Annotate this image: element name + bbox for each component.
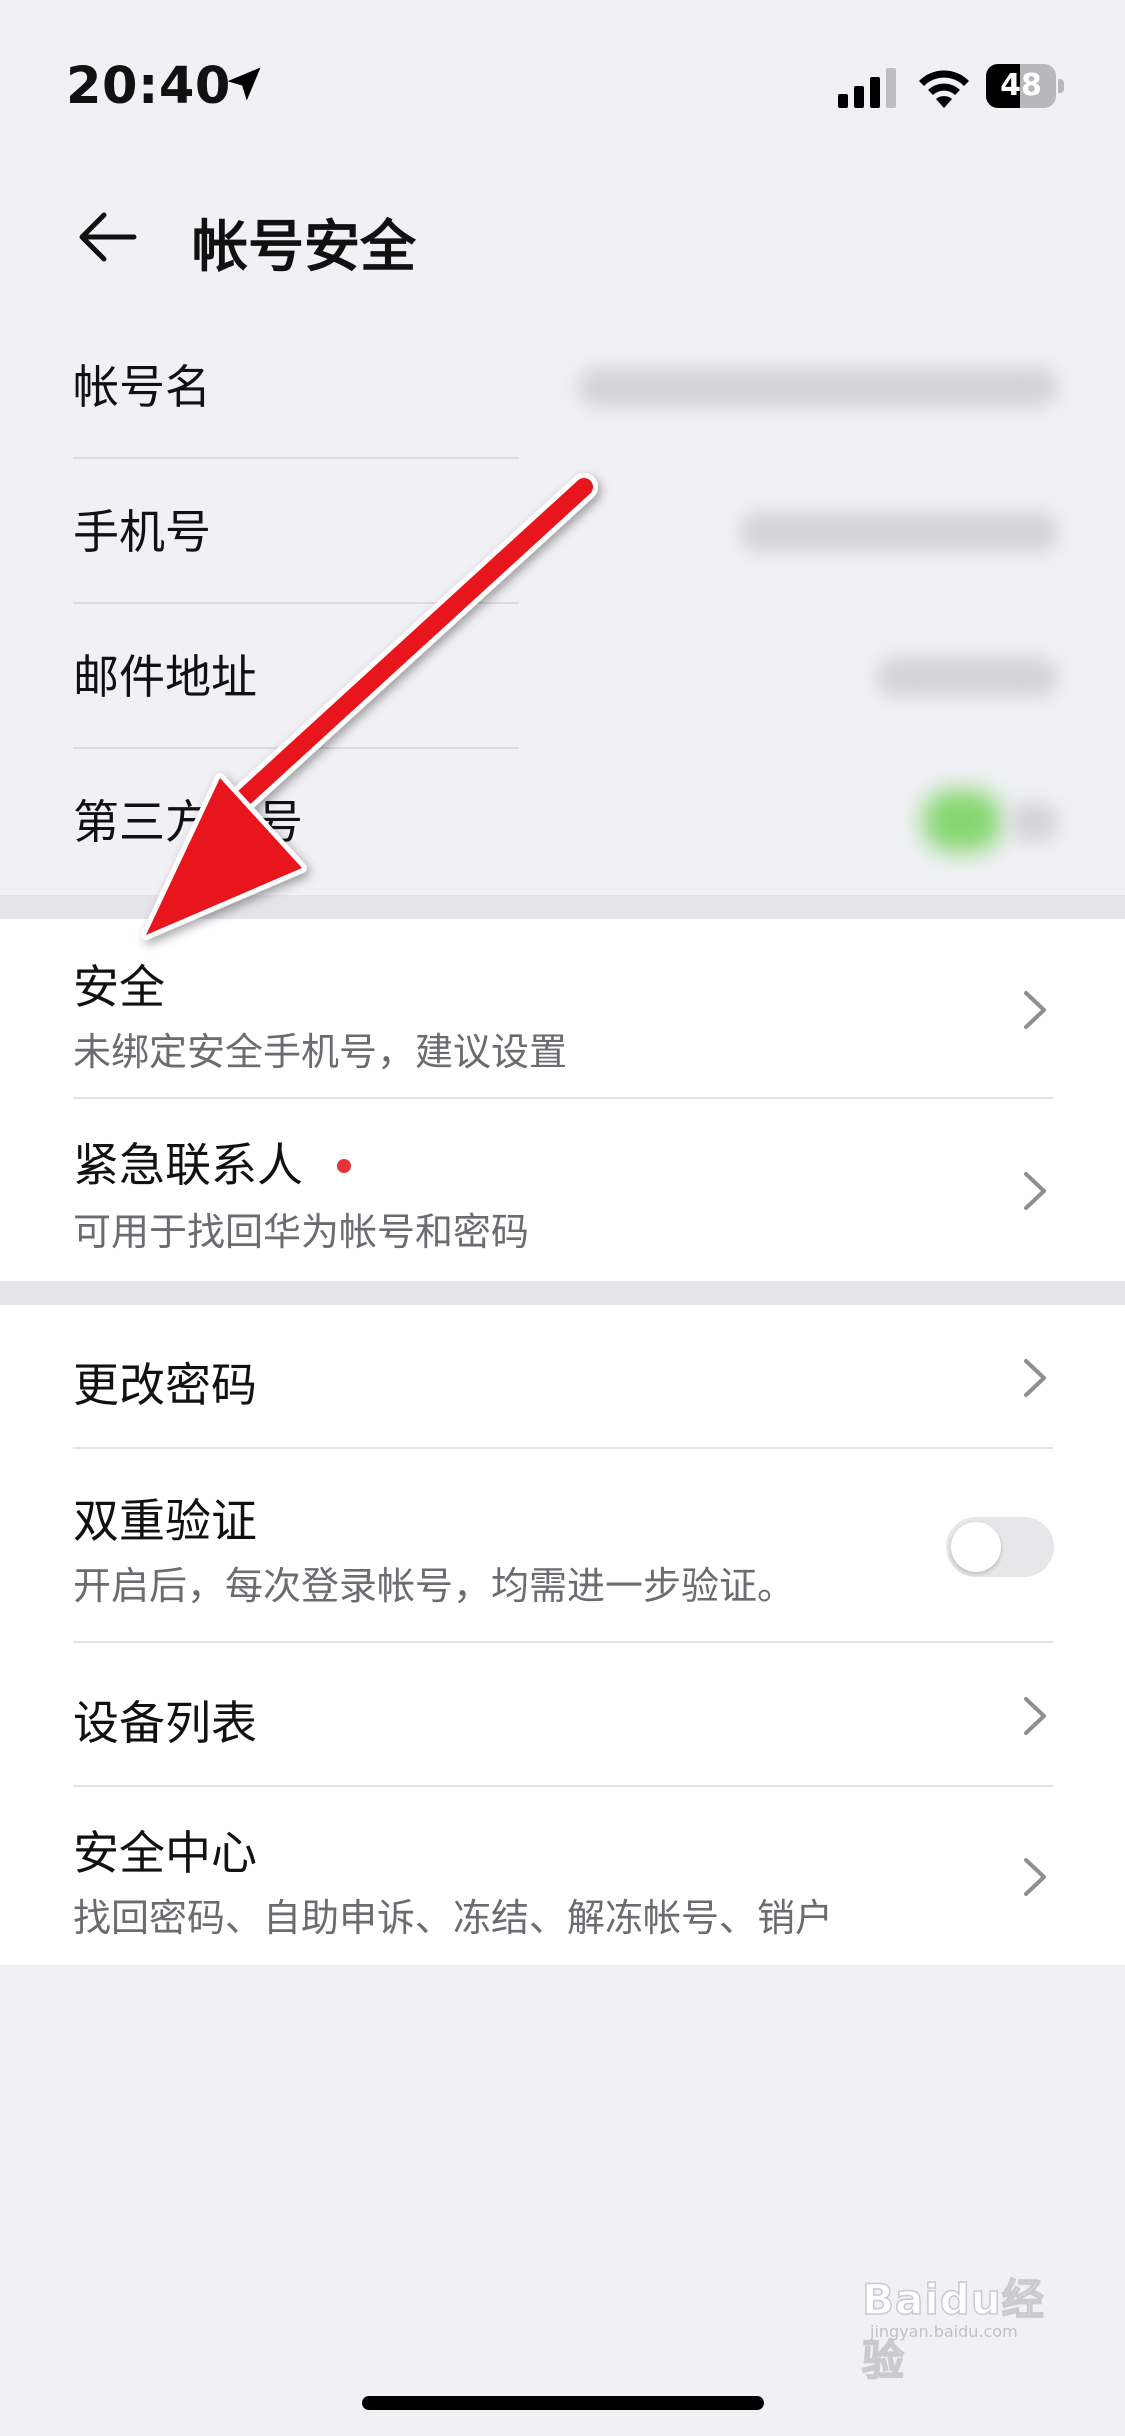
security-card: 安全 未绑定安全手机号，建议设置 紧急联系人 可用于找回华为帐号和密码 — [0, 919, 1125, 1281]
status-time: 20:40 — [66, 57, 231, 116]
security-center-title: 安全中心 — [73, 1826, 257, 1880]
battery-level-text: 48 — [1000, 68, 1042, 103]
settings-card: 更改密码 双重验证 开启后，每次登录帐号，均需进一步验证。 设备列表 安全中心 … — [0, 1305, 1125, 1965]
location-arrow-icon — [227, 67, 261, 101]
security-row[interactable]: 安全 未绑定安全手机号，建议设置 — [0, 919, 1125, 1099]
security-center-row[interactable]: 安全中心 找回密码、自助申诉、冻结、解冻帐号、销户 — [0, 1787, 1125, 1965]
security-title: 安全 — [73, 960, 165, 1014]
email-value-blurred — [876, 657, 1058, 697]
security-center-subtitle: 找回密码、自助申诉、冻结、解冻帐号、销户 — [73, 1896, 834, 1940]
divider — [73, 602, 519, 604]
email-row[interactable]: 邮件地址 — [0, 605, 1125, 749]
account-name-row[interactable]: 帐号名 — [0, 315, 1125, 459]
cellular-signal-icon — [838, 68, 896, 108]
account-info-section: 帐号名 手机号 邮件地址 第三方帐号 — [0, 315, 1125, 895]
chevron-right-icon — [1024, 1858, 1046, 1896]
change-password-title: 更改密码 — [73, 1358, 257, 1412]
page-title: 帐号安全 — [192, 215, 416, 280]
phone-number-label: 手机号 — [73, 505, 211, 559]
section-gap — [0, 1281, 1125, 1305]
divider — [73, 747, 519, 749]
emergency-contact-title: 紧急联系人 — [73, 1138, 303, 1192]
chevron-right-icon — [1024, 1697, 1046, 1735]
baidu-jingyan-watermark: Baidu经验 jingyan.baidu.com — [861, 2250, 1072, 2386]
wifi-icon — [919, 70, 969, 108]
third-party-account-label: 第三方帐号 — [73, 795, 303, 849]
two-factor-toggle[interactable] — [946, 1517, 1054, 1577]
third-party-value-blurred — [1010, 802, 1058, 842]
device-list-title: 设备列表 — [73, 1696, 257, 1750]
change-password-row[interactable]: 更改密码 — [0, 1305, 1125, 1449]
account-name-label: 帐号名 — [73, 360, 211, 414]
email-label: 邮件地址 — [73, 650, 257, 704]
account-name-value-blurred — [578, 367, 1058, 407]
watermark-url: jingyan.baidu.com — [870, 2322, 1018, 2341]
chevron-right-icon — [1024, 1172, 1046, 1210]
phone-number-row[interactable]: 手机号 — [0, 460, 1125, 604]
two-factor-row: 双重验证 开启后，每次登录帐号，均需进一步验证。 — [0, 1449, 1125, 1643]
phone-number-value-blurred — [740, 512, 1058, 552]
two-factor-title: 双重验证 — [73, 1494, 257, 1548]
device-list-row[interactable]: 设备列表 — [0, 1643, 1125, 1787]
navigation-bar: 帐号安全 — [0, 175, 1125, 295]
toggle-knob — [951, 1522, 1001, 1572]
two-factor-subtitle: 开启后，每次登录帐号，均需进一步验证。 — [73, 1564, 796, 1608]
back-arrow-icon[interactable] — [74, 205, 138, 269]
status-bar: 20:40 48 — [0, 0, 1125, 175]
emergency-contact-row[interactable]: 紧急联系人 可用于找回华为帐号和密码 — [0, 1099, 1125, 1281]
battery-icon: 48 — [986, 64, 1066, 108]
security-subtitle: 未绑定安全手机号，建议设置 — [73, 1030, 568, 1074]
emergency-contact-subtitle: 可用于找回华为帐号和密码 — [73, 1210, 530, 1254]
section-gap — [0, 895, 1125, 919]
wechat-icon-blurred — [922, 790, 1002, 852]
chevron-right-icon — [1024, 1359, 1046, 1397]
home-indicator[interactable] — [362, 2396, 764, 2410]
third-party-account-row[interactable]: 第三方帐号 — [0, 750, 1125, 894]
notification-dot-icon — [337, 1159, 351, 1173]
divider — [73, 457, 519, 459]
chevron-right-icon — [1024, 991, 1046, 1029]
